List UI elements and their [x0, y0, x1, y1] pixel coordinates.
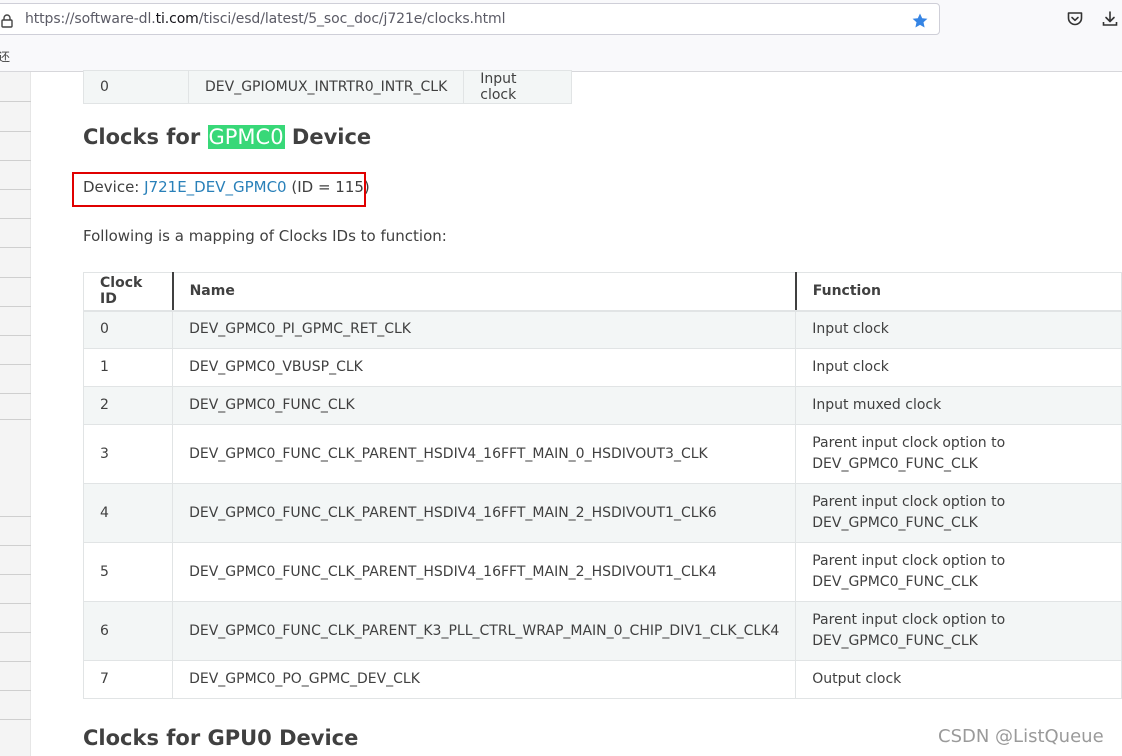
sidebar-divider — [0, 306, 31, 307]
column-header-function: Function — [795, 272, 1122, 312]
bookmark-item[interactable]: 还 — [0, 48, 10, 65]
sidebar-divider — [0, 218, 31, 219]
table-row: 0 DEV_GPIOMUX_INTRTR0_INTR_CLK Input clo… — [83, 70, 573, 104]
clock-id-cell: 0 — [83, 70, 189, 104]
url-bar[interactable]: https://software-dl.ti.com/tisci/esd/lat… — [0, 3, 940, 35]
sidebar-divider — [0, 516, 31, 517]
sidebar-divider — [0, 632, 31, 633]
sidebar-divider — [0, 393, 31, 394]
clock-name-cell: DEV_GPMC0_FUNC_CLK_PARENT_HSDIV4_16FFT_M… — [172, 542, 797, 602]
previous-clock-table: 0 DEV_GPIOMUX_INTRTR0_INTR_CLK Input clo… — [83, 70, 573, 104]
sidebar-divider — [0, 189, 31, 190]
column-header-name: Name — [172, 272, 797, 312]
clock-name-cell: DEV_GPMC0_FUNC_CLK_PARENT_HSDIV4_16FFT_M… — [172, 483, 797, 543]
table-row: 1 DEV_GPMC0_VBUSP_CLK Input clock — [82, 348, 1122, 387]
watermark: CSDN @ListQueue — [938, 726, 1104, 747]
clock-function-cell: Parent input clock option to DEV_GPMC0_FU… — [795, 424, 1122, 484]
column-header-clock-id: Clock ID — [82, 272, 174, 312]
clock-id-cell: 5 — [82, 542, 174, 602]
sidebar-divider — [0, 247, 31, 248]
table-row: 4 DEV_GPMC0_FUNC_CLK_PARENT_HSDIV4_16FFT… — [82, 483, 1122, 543]
function-line: DEV_GPMC0_FUNC_CLK — [812, 633, 978, 649]
url-path: /tisci/esd/latest/5_soc_doc/j721e/clocks… — [198, 11, 506, 27]
table-row: 2 DEV_GPMC0_FUNC_CLK Input muxed clock — [82, 386, 1122, 425]
intro-paragraph: Following is a mapping of Clocks IDs to … — [83, 227, 447, 245]
clock-name-cell: DEV_GPIOMUX_INTRTR0_INTR_CLK — [187, 70, 465, 104]
table-row: 5 DEV_GPMC0_FUNC_CLK_PARENT_HSDIV4_16FFT… — [82, 542, 1122, 602]
url-prefix: https://software-dl. — [25, 11, 156, 27]
function-line: Parent input clock option to — [812, 494, 1006, 510]
download-icon[interactable] — [1101, 10, 1119, 28]
bookmarks-toolbar: 还 — [0, 40, 1122, 72]
clock-function-cell: Output clock — [795, 660, 1122, 699]
clock-name-cell: DEV_GPMC0_PO_GPMC_DEV_CLK — [172, 660, 797, 699]
clock-function-cell: Input clock — [795, 310, 1122, 349]
table-row: 6 DEV_GPMC0_FUNC_CLK_PARENT_K3_PLL_CTRL_… — [82, 601, 1122, 661]
sidebar-divider — [0, 364, 31, 365]
heading-prefix: Clocks for — [83, 125, 201, 149]
clock-name-cell: DEV_GPMC0_FUNC_CLK — [172, 386, 797, 425]
sidebar-divider — [0, 719, 31, 720]
function-line: DEV_GPMC0_FUNC_CLK — [812, 574, 978, 590]
clock-name-cell: DEV_GPMC0_FUNC_CLK_PARENT_K3_PLL_CTRL_WR… — [172, 601, 797, 661]
function-line: DEV_GPMC0_FUNC_CLK — [812, 456, 978, 472]
table-header-row: Clock ID Name Function — [82, 272, 1122, 312]
bookmark-star-icon[interactable] — [911, 12, 929, 30]
sidebar-divider — [0, 160, 31, 161]
section-heading: Clocks for GPMC0 Device — [83, 125, 371, 149]
clock-function-cell: Input clock — [463, 70, 573, 104]
clock-function-cell: Input muxed clock — [795, 386, 1122, 425]
annotation-box — [72, 172, 366, 207]
document-content: 0 DEV_GPIOMUX_INTRTR0_INTR_CLK Input clo… — [31, 70, 1122, 756]
clock-id-cell: 7 — [82, 660, 174, 699]
clock-function-cell: Parent input clock option to DEV_GPMC0_FU… — [795, 483, 1122, 543]
clock-id-cell: 6 — [82, 601, 174, 661]
sidebar-divider — [0, 690, 31, 691]
function-line: DEV_GPMC0_FUNC_CLK — [812, 515, 978, 531]
table-row: 3 DEV_GPMC0_FUNC_CLK_PARENT_HSDIV4_16FFT… — [82, 424, 1122, 484]
function-line: Parent input clock option to — [812, 612, 1006, 628]
heading-suffix: Device — [291, 125, 372, 149]
browser-toolbar: https://software-dl.ti.com/tisci/esd/lat… — [0, 0, 1122, 40]
clock-name-cell: DEV_GPMC0_VBUSP_CLK — [172, 348, 797, 387]
clock-id-cell: 0 — [82, 310, 174, 349]
nav-sidebar — [0, 72, 31, 756]
table-row: 7 DEV_GPMC0_PO_GPMC_DEV_CLK Output clock — [82, 660, 1122, 699]
clock-table: Clock ID Name Function 0 DEV_GPMC0_PI_GP… — [82, 272, 1122, 699]
sidebar-divider — [0, 335, 31, 336]
function-line: Parent input clock option to — [812, 435, 1006, 451]
clock-name-cell: DEV_GPMC0_FUNC_CLK_PARENT_HSDIV4_16FFT_M… — [172, 424, 797, 484]
clock-name-cell: DEV_GPMC0_PI_GPMC_RET_CLK — [172, 310, 797, 349]
clock-function-cell: Parent input clock option to DEV_GPMC0_FU… — [795, 601, 1122, 661]
next-section-heading: Clocks for GPU0 Device — [83, 726, 359, 750]
sidebar-divider — [0, 574, 31, 575]
sidebar-divider — [0, 603, 31, 604]
clock-id-cell: 3 — [82, 424, 174, 484]
url-domain: ti.com — [155, 11, 199, 27]
clock-function-cell: Input clock — [795, 348, 1122, 387]
clock-id-cell: 2 — [82, 386, 174, 425]
sidebar-divider — [0, 101, 31, 102]
sidebar-divider — [0, 419, 31, 420]
sidebar-divider — [0, 661, 31, 662]
sidebar-divider — [0, 277, 31, 278]
clock-id-cell: 4 — [82, 483, 174, 543]
url-text[interactable]: https://software-dl.ti.com/tisci/esd/lat… — [25, 11, 505, 27]
function-line: Parent input clock option to — [812, 553, 1006, 569]
table-row: 0 DEV_GPMC0_PI_GPMC_RET_CLK Input clock — [82, 310, 1122, 349]
clock-function-cell: Parent input clock option to DEV_GPMC0_FU… — [795, 542, 1122, 602]
sidebar-divider — [0, 545, 31, 546]
lock-icon[interactable] — [1, 13, 13, 28]
clock-id-cell: 1 — [82, 348, 174, 387]
pocket-icon[interactable] — [1066, 10, 1084, 28]
sidebar-divider — [0, 131, 31, 132]
search-highlight: GPMC0 — [207, 125, 285, 149]
